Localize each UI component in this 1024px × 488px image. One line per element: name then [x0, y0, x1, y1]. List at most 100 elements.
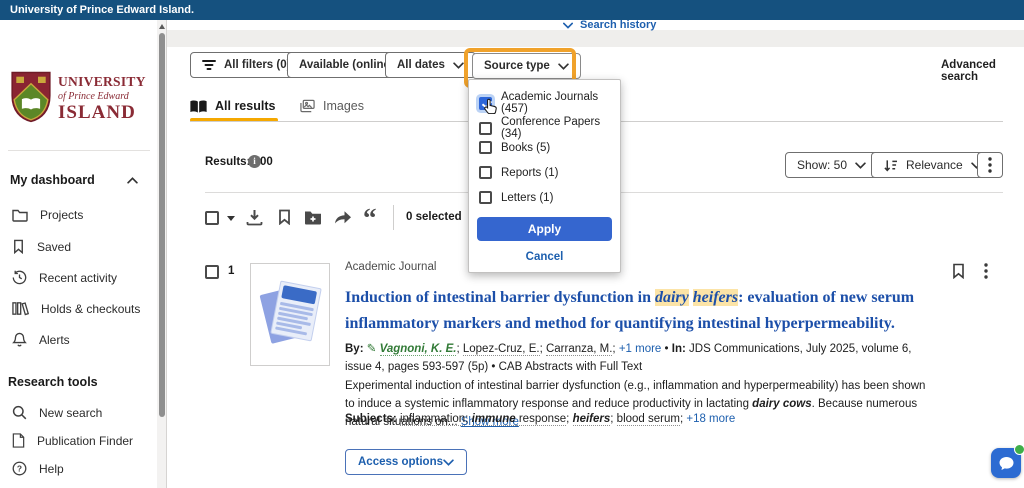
window-title-bar: University of Prince Edward Island.: [0, 0, 1024, 20]
result-bookmark-button[interactable]: [952, 263, 965, 282]
sidebar-item-label: New search: [39, 406, 102, 420]
option-academic-journals[interactable]: Academic Journals (457): [479, 91, 620, 115]
library-books-icon: [12, 301, 29, 316]
sort-icon: [883, 159, 898, 172]
page-background-band: [167, 30, 1024, 47]
sidebar-item-label: Saved: [37, 240, 71, 254]
show-per-page-dropdown[interactable]: Show: 50: [785, 152, 878, 178]
available-online-label: Available (online): [299, 59, 394, 71]
sidebar-section-my-dashboard[interactable]: My dashboard: [10, 173, 138, 187]
thumbnail-paper-front: [270, 280, 322, 341]
cite-button[interactable]: [363, 213, 377, 230]
show-label: Show: 50: [797, 158, 847, 172]
search-history-label: Search history: [580, 19, 656, 31]
sidebar-item-alerts[interactable]: Alerts: [12, 332, 70, 348]
all-filters-button[interactable]: All filters (0): [190, 52, 302, 78]
tab-all-results-label: All results: [215, 99, 275, 113]
checkbox-academic-journals[interactable]: [479, 97, 492, 110]
tab-images[interactable]: Images: [300, 99, 364, 113]
select-all-checkbox[interactable]: [205, 211, 219, 225]
sidebar-item-label: Help: [39, 462, 64, 476]
option-label: Conference Papers (34): [501, 116, 620, 140]
advanced-search-link[interactable]: Advanced search: [941, 59, 1024, 83]
tab-all-results[interactable]: All results: [190, 99, 275, 113]
sidebar-item-label: Publication Finder: [37, 434, 133, 448]
sidebar-item-label: Projects: [40, 208, 83, 222]
apply-button[interactable]: Apply: [477, 217, 612, 241]
share-button[interactable]: [334, 210, 352, 228]
selected-count: 0 selected: [406, 211, 462, 223]
chevron-down-icon: [558, 63, 569, 70]
checkbox-letters[interactable]: [479, 191, 492, 204]
cancel-link[interactable]: Cancel: [469, 251, 620, 263]
result-checkbox[interactable]: [205, 265, 219, 279]
kebab-menu-icon: [984, 263, 988, 279]
filter-icon: [202, 59, 216, 71]
sidebar-item-recent-activity[interactable]: Recent activity: [12, 270, 117, 285]
option-label: Letters (1): [501, 192, 553, 204]
quote-icon: [363, 203, 377, 233]
sidebar: UNIVERSITY of Prince Edward ISLAND My da…: [0, 20, 157, 488]
select-all-caret[interactable]: [227, 216, 235, 221]
sidebar-divider: [8, 150, 150, 151]
checkbox-books[interactable]: [479, 141, 492, 154]
sidebar-item-label: Holds & checkouts: [41, 302, 140, 316]
option-conference-papers[interactable]: Conference Papers (34): [479, 116, 620, 140]
results-overflow-menu-button[interactable]: [977, 152, 1003, 178]
bookmark-icon: [12, 239, 25, 254]
bell-icon: [12, 332, 27, 348]
help-icon: ?: [12, 461, 27, 476]
sort-label: Relevance: [906, 158, 963, 172]
thumbnail-paper-header: [281, 285, 317, 304]
all-dates-label: All dates: [397, 59, 445, 71]
logo-line3: ISLAND: [58, 102, 146, 124]
result-thumbnail[interactable]: [250, 263, 330, 366]
folder-plus-icon: [304, 210, 322, 225]
result-byline: By: ✎ Vagnoni, K. E.; Lopez-Cruz, E.; Ca…: [345, 340, 930, 376]
sidebar-item-help[interactable]: ? Help: [12, 461, 64, 476]
save-bookmark-button[interactable]: [278, 209, 291, 228]
search-history-link[interactable]: Search history: [563, 19, 656, 31]
chevron-down-icon: [563, 22, 573, 29]
download-button[interactable]: [246, 209, 263, 229]
checkbox-reports[interactable]: [479, 166, 492, 179]
sidebar-item-publication-finder[interactable]: Publication Finder: [12, 433, 133, 448]
results-count: Results: 500: [205, 156, 273, 168]
option-label: Reports (1): [501, 167, 559, 179]
document-icon: [12, 433, 25, 448]
sort-dropdown[interactable]: Relevance: [871, 152, 994, 178]
info-icon[interactable]: [248, 155, 261, 168]
add-to-folder-button[interactable]: [304, 210, 322, 228]
scrollbar-thumb[interactable]: [159, 33, 165, 417]
sidebar-item-label: Alerts: [39, 333, 70, 347]
result-title-link[interactable]: Induction of intestinal barrier dysfunct…: [345, 285, 942, 337]
scrollbar-up-arrow[interactable]: [159, 24, 165, 29]
logo-line1: UNIVERSITY: [58, 74, 146, 90]
source-type-label: Source type: [484, 60, 550, 72]
toolbar-vertical-divider: [393, 205, 394, 230]
result-overflow-menu-button[interactable]: [984, 263, 988, 282]
sidebar-item-projects[interactable]: Projects: [12, 208, 83, 222]
source-type-dropdown-panel: Academic Journals (457) Conference Paper…: [468, 79, 621, 273]
chevron-up-icon: [127, 177, 138, 184]
sidebar-item-holds-checkouts[interactable]: Holds & checkouts: [12, 301, 140, 316]
kebab-menu-icon: [988, 157, 992, 173]
option-label: Academic Journals (457): [501, 91, 620, 115]
tab-images-label: Images: [323, 99, 364, 113]
chevron-down-icon: [443, 459, 454, 466]
access-options-label: Access options: [358, 456, 443, 468]
option-reports[interactable]: Reports (1): [479, 166, 559, 179]
sidebar-item-saved[interactable]: Saved: [12, 239, 71, 254]
option-letters[interactable]: Letters (1): [479, 191, 553, 204]
source-type-button[interactable]: Source type: [472, 53, 581, 79]
history-icon: [12, 270, 27, 285]
share-arrow-icon: [334, 210, 352, 225]
access-options-button[interactable]: Access options: [345, 449, 467, 475]
option-books[interactable]: Books (5): [479, 141, 550, 154]
logo-line2: of Prince Edward: [58, 91, 146, 102]
folder-icon: [12, 208, 28, 222]
sidebar-item-new-search[interactable]: New search: [12, 405, 102, 420]
chat-bubble-icon: [998, 456, 1015, 471]
all-dates-button[interactable]: All dates: [385, 52, 476, 78]
checkbox-conference-papers[interactable]: [479, 122, 492, 135]
